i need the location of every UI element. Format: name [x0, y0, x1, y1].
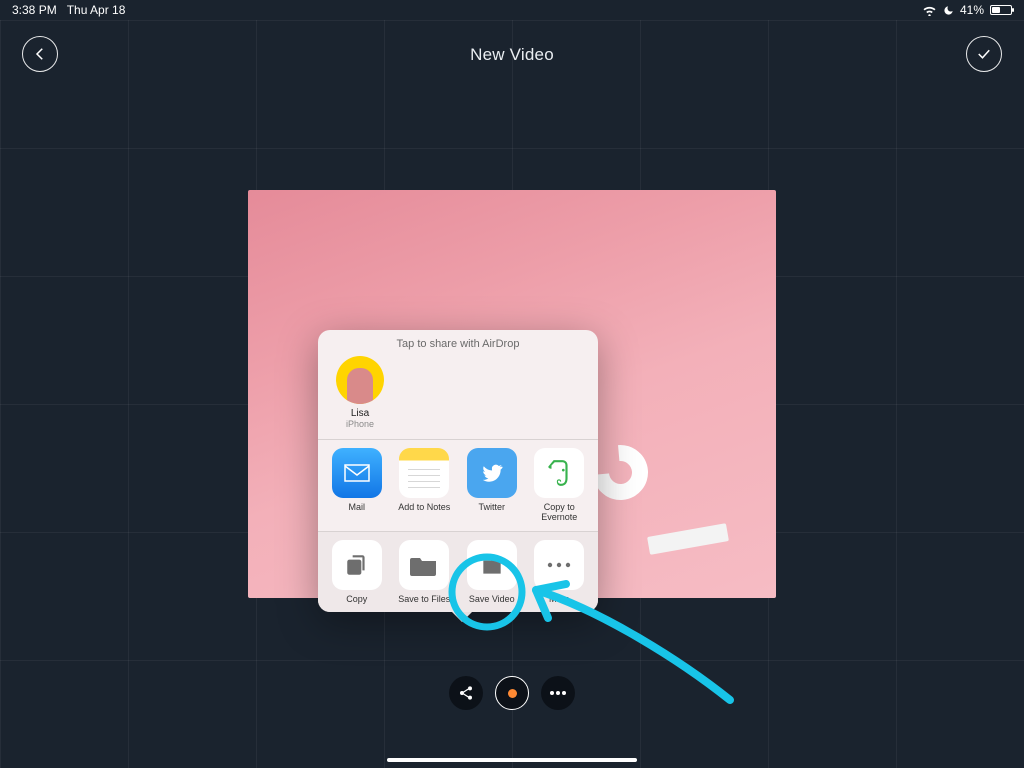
- twitter-icon: [467, 448, 517, 498]
- back-button[interactable]: [22, 36, 58, 72]
- avatar: [336, 356, 384, 404]
- shape-bar: [647, 523, 729, 555]
- battery-icon: [990, 5, 1012, 15]
- action-save-video[interactable]: Save Video: [459, 540, 525, 604]
- action-save-to-files[interactable]: Save to Files: [392, 540, 458, 604]
- wifi-icon: [922, 5, 937, 16]
- more-button[interactable]: [541, 676, 575, 710]
- folder-icon: [399, 540, 449, 590]
- moon-icon: [943, 5, 954, 16]
- action-more[interactable]: More: [527, 540, 593, 604]
- current-page-indicator[interactable]: [495, 676, 529, 710]
- battery-pct: 41%: [960, 3, 984, 17]
- notes-icon: [399, 448, 449, 498]
- home-indicator[interactable]: [387, 758, 637, 762]
- airdrop-contact[interactable]: Lisa iPhone: [330, 356, 390, 429]
- status-time: 3:38 PM: [12, 3, 57, 17]
- app-mail[interactable]: Mail: [324, 448, 390, 523]
- app-label: Twitter: [459, 502, 525, 512]
- apps-row: Mail Add to Notes Twitter Copy to Everno…: [318, 440, 598, 531]
- action-copy[interactable]: Copy: [324, 540, 390, 604]
- app-notes[interactable]: Add to Notes: [392, 448, 458, 523]
- share-button[interactable]: [449, 676, 483, 710]
- actions-row: Copy Save to Files Save Video More: [318, 532, 598, 612]
- action-label: More: [527, 594, 593, 604]
- airdrop-row: Lisa iPhone: [318, 356, 598, 439]
- page-title: New Video: [470, 45, 554, 65]
- canvas-grid: New Video Tap to share with AirDrop Lisa…: [0, 20, 1024, 768]
- status-bar: 3:38 PM Thu Apr 18 41%: [0, 0, 1024, 20]
- action-label: Save to Files: [392, 594, 458, 604]
- copy-icon: [332, 540, 382, 590]
- bottom-toolbar: [0, 676, 1024, 710]
- action-label: Copy: [324, 594, 390, 604]
- airdrop-hint: Tap to share with AirDrop: [318, 330, 598, 356]
- evernote-icon: [534, 448, 584, 498]
- action-label: Save Video: [459, 594, 525, 604]
- app-label: Add to Notes: [392, 502, 458, 512]
- header: New Video: [0, 20, 1024, 90]
- mail-icon: [332, 448, 382, 498]
- app-label: Copy to Evernote: [527, 502, 593, 523]
- app-evernote[interactable]: Copy to Evernote: [527, 448, 593, 523]
- confirm-button[interactable]: [966, 36, 1002, 72]
- app-twitter[interactable]: Twitter: [459, 448, 525, 523]
- share-sheet: Tap to share with AirDrop Lisa iPhone Ma…: [318, 330, 598, 612]
- contact-name: Lisa: [330, 408, 390, 419]
- save-video-icon: [467, 540, 517, 590]
- contact-device: iPhone: [330, 419, 390, 429]
- app-label: Mail: [324, 502, 390, 512]
- more-icon: [534, 540, 584, 590]
- status-date: Thu Apr 18: [67, 3, 126, 17]
